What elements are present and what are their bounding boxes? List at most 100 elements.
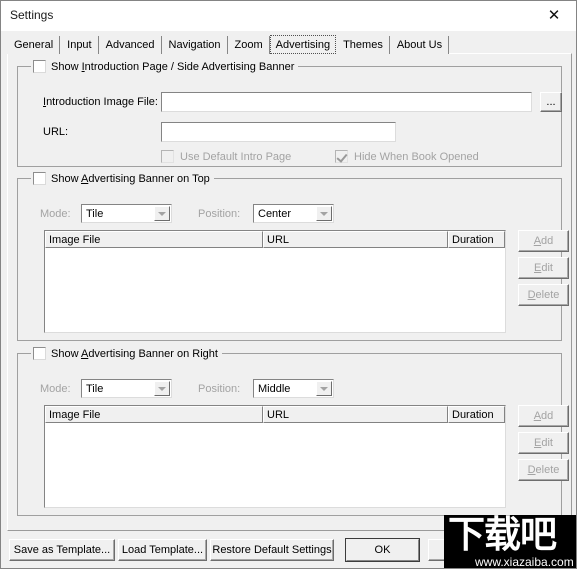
column-header-url[interactable]: URL <box>263 231 448 248</box>
button-label: Delete <box>527 464 560 476</box>
intro-page-legend: Show Introduction Page / Side Advertisin… <box>31 59 299 74</box>
tab-advertising[interactable]: Advertising <box>269 35 337 54</box>
watermark-cjk-text: 下载吧 <box>448 515 557 556</box>
tab-advanced[interactable]: Advanced <box>98 36 162 54</box>
banner-right-mode-label: Mode: <box>40 383 71 395</box>
label-accel: D <box>527 289 536 301</box>
tab-general[interactable]: General <box>7 36 61 54</box>
show-intro-page-checkbox[interactable] <box>33 60 46 73</box>
show-banner-top-checkbox[interactable] <box>33 172 46 185</box>
button-label: OK <box>374 544 391 556</box>
label-part: ntroduction Image File: <box>46 96 158 108</box>
banner-right-groupbox: Show Advertising Banner on Right Mode: T… <box>17 346 569 516</box>
banner-top-delete-button[interactable]: Delete <box>518 284 569 306</box>
tab-label: Navigation <box>168 39 221 51</box>
tab-zoom[interactable]: Zoom <box>227 36 270 54</box>
banner-right-legend: Show Advertising Banner on Right <box>31 346 222 361</box>
button-label: Add <box>533 410 554 422</box>
button-label: Restore Default Settings <box>212 544 332 556</box>
banner-right-add-button[interactable]: Add <box>518 405 569 427</box>
tab-label: Themes <box>343 39 383 51</box>
tab-input[interactable]: Input <box>60 36 99 54</box>
banner-right-mode-value: Tile <box>86 382 104 395</box>
tab-themes[interactable]: Themes <box>336 36 390 54</box>
ok-button[interactable]: OK <box>345 538 420 562</box>
tab-label: Input <box>67 39 92 51</box>
banner-right-listview-body[interactable] <box>45 423 505 507</box>
label-part: ntroduction Page / Side Advertising Bann… <box>84 60 295 73</box>
label-accel: A <box>533 410 542 422</box>
use-default-intro-checkbox[interactable] <box>161 150 174 163</box>
label-part: dvertising Banner on Right <box>88 347 218 360</box>
tab-label: General <box>14 39 54 51</box>
banner-top-position-label: Position: <box>198 208 241 220</box>
banner-right-edit-button[interactable]: Edit <box>518 432 569 454</box>
intro-image-file-label: Introduction Image File: <box>43 96 158 108</box>
advertising-tab-panel: Show Introduction Page / Side Advertisin… <box>7 53 572 531</box>
restore-default-settings-button[interactable]: Restore Default Settings <box>210 539 334 561</box>
show-banner-top-label: Show Advertising Banner on Top <box>51 173 210 185</box>
close-button[interactable]: ✕ <box>532 1 576 30</box>
hide-when-opened-checkbox[interactable] <box>335 150 348 163</box>
button-label: Save as Template... <box>13 544 111 556</box>
banner-top-listview[interactable]: Image File URL Duration <box>44 230 506 333</box>
label-accel: D <box>527 464 536 476</box>
button-label: Edit <box>534 437 553 449</box>
label-part: Show <box>51 347 81 360</box>
banner-top-position-combo[interactable]: Center <box>253 204 334 223</box>
banner-right-position-label: Position: <box>198 383 241 395</box>
tab-label: Advertising <box>275 38 331 51</box>
label-part: dvertising Banner on Top <box>88 172 210 185</box>
banner-top-add-button[interactable]: Add <box>518 230 569 252</box>
chevron-down-icon[interactable] <box>316 381 332 396</box>
banner-top-edit-button[interactable]: Edit <box>518 257 569 279</box>
chevron-down-icon[interactable] <box>154 381 170 396</box>
banner-top-listview-body[interactable] <box>45 248 505 332</box>
watermark-url-text: www.xiazaiba.com <box>475 555 574 569</box>
hide-when-opened-row[interactable]: Hide When Book Opened <box>335 150 479 163</box>
label-part: Show <box>51 60 82 73</box>
load-template-button[interactable]: Load Template... <box>118 539 207 561</box>
chevron-down-icon[interactable] <box>316 206 332 221</box>
banner-top-mode-value: Tile <box>86 207 104 220</box>
show-banner-right-label: Show Advertising Banner on Right <box>51 348 218 360</box>
settings-dialog: Settings ✕ General Input Advanced Naviga… <box>0 0 577 569</box>
use-default-intro-row[interactable]: Use Default Intro Page <box>161 150 291 163</box>
hide-when-opened-label: Hide When Book Opened <box>354 150 479 163</box>
banner-top-mode-combo[interactable]: Tile <box>81 204 172 223</box>
column-header-duration[interactable]: Duration <box>448 406 505 423</box>
chevron-down-icon[interactable] <box>154 206 170 221</box>
banner-right-listview[interactable]: Image File URL Duration <box>44 405 506 508</box>
label-part: Show <box>51 172 81 185</box>
intro-url-input[interactable] <box>161 122 396 142</box>
banner-top-position-value: Center <box>258 207 292 220</box>
intro-image-file-input[interactable] <box>161 92 532 112</box>
tab-navigation[interactable]: Navigation <box>161 36 228 54</box>
use-default-intro-label: Use Default Intro Page <box>180 150 292 163</box>
banner-top-groupbox: Show Advertising Banner on Top Mode: Til… <box>17 171 569 341</box>
label-accel: A <box>533 235 542 247</box>
show-banner-right-checkbox[interactable] <box>33 347 46 360</box>
banner-top-legend: Show Advertising Banner on Top <box>31 171 214 186</box>
column-header-image-file[interactable]: Image File <box>45 231 263 248</box>
browse-button-label: ... <box>546 96 556 108</box>
tab-label: Advanced <box>105 39 155 51</box>
banner-right-position-combo[interactable]: Middle <box>253 379 334 398</box>
button-label: Load Template... <box>121 544 204 556</box>
site-watermark: 下载吧 www.xiazaiba.com <box>444 515 576 569</box>
banner-right-mode-combo[interactable]: Tile <box>81 379 172 398</box>
title-bar: Settings ✕ <box>1 1 576 32</box>
label-accel: E <box>534 262 542 274</box>
banner-top-listview-header: Image File URL Duration <box>45 231 505 248</box>
button-label: Add <box>533 235 554 247</box>
tab-about-us[interactable]: About Us <box>389 36 450 54</box>
banner-right-delete-button[interactable]: Delete <box>518 459 569 481</box>
column-header-url[interactable]: URL <box>263 406 448 423</box>
browse-intro-image-button[interactable]: ... <box>540 92 562 112</box>
tab-strip: General Input Advanced Navigation Zoom A… <box>7 35 450 54</box>
show-intro-page-label: Show Introduction Page / Side Advertisin… <box>51 61 294 73</box>
column-header-image-file[interactable]: Image File <box>45 406 263 423</box>
tab-label: About Us <box>396 39 443 51</box>
save-as-template-button[interactable]: Save as Template... <box>9 539 115 561</box>
column-header-duration[interactable]: Duration <box>448 231 505 248</box>
